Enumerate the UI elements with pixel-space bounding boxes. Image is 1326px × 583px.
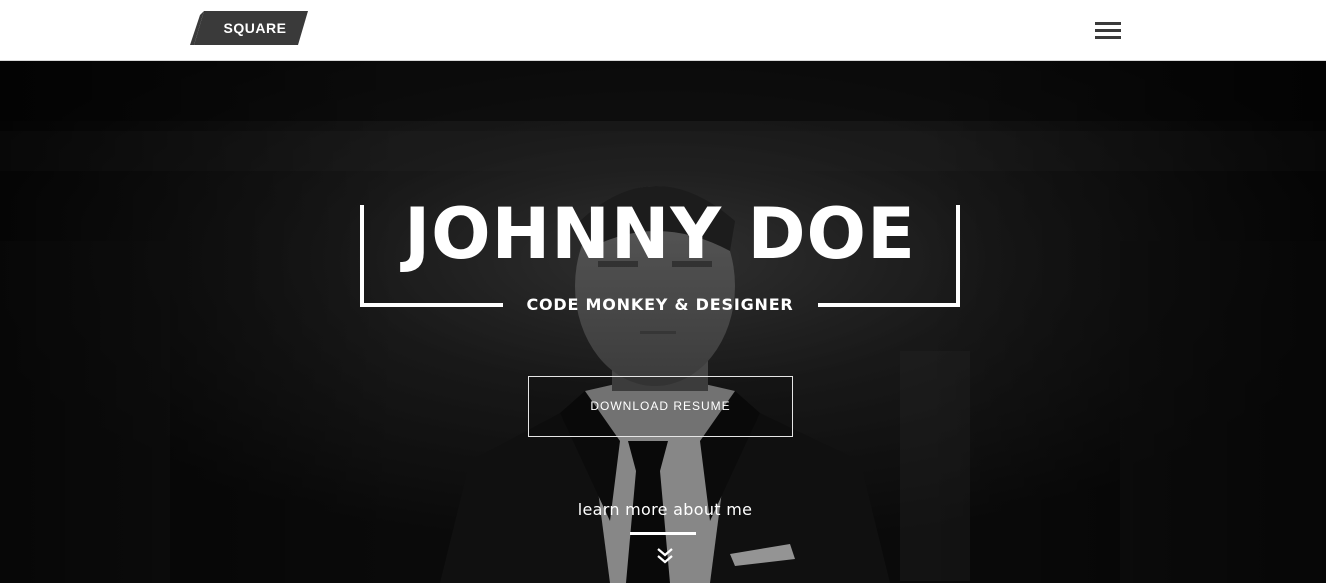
- hero-subtitle: CODE MONKEY & DESIGNER: [526, 295, 794, 314]
- logo-text: SQUARE: [223, 20, 287, 36]
- hamburger-menu-icon[interactable]: [1093, 19, 1123, 41]
- hero-name: JOHNNY DOE: [404, 193, 916, 275]
- hero-section: JOHNNY DOE CODE MONKEY & DESIGNER DOWNLO…: [0, 61, 1326, 583]
- learn-more-underline: [630, 532, 696, 535]
- double-chevron-down-icon[interactable]: [655, 547, 675, 565]
- logo[interactable]: SQUARE: [190, 10, 312, 48]
- learn-more-link[interactable]: learn more about me: [530, 498, 800, 522]
- download-resume-button[interactable]: DOWNLOAD RESUME: [528, 376, 793, 437]
- site-header: SQUARE: [0, 0, 1326, 61]
